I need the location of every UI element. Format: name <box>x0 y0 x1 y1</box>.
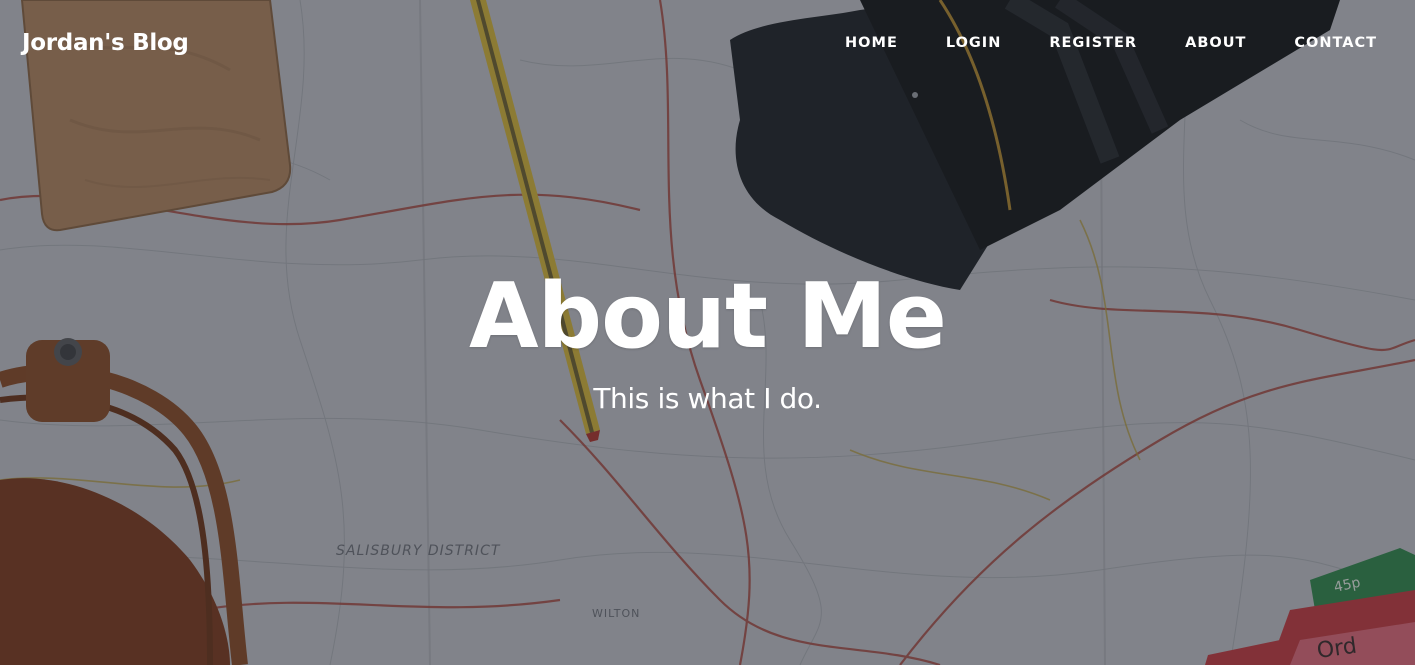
nav-links: HOME LOGIN REGISTER ABOUT CONTACT <box>797 35 1377 51</box>
page-title: About Me <box>469 264 947 369</box>
nav-login-link[interactable]: LOGIN <box>946 35 1001 51</box>
nav-contact-link[interactable]: CONTACT <box>1294 35 1377 51</box>
hero-header: SALISBURY DISTRICT WILTON 45p Ord Jordan… <box>0 0 1415 665</box>
nav-register-link[interactable]: REGISTER <box>1049 35 1137 51</box>
main-navbar: Jordan's Blog HOME LOGIN REGISTER ABOUT … <box>0 0 1415 86</box>
nav-home-link[interactable]: HOME <box>845 35 898 51</box>
page-subtitle: This is what I do. <box>593 382 822 415</box>
brand-link[interactable]: Jordan's Blog <box>22 30 189 56</box>
page-heading: About Me This is what I do. <box>0 262 1415 416</box>
nav-about-link[interactable]: ABOUT <box>1185 35 1246 51</box>
